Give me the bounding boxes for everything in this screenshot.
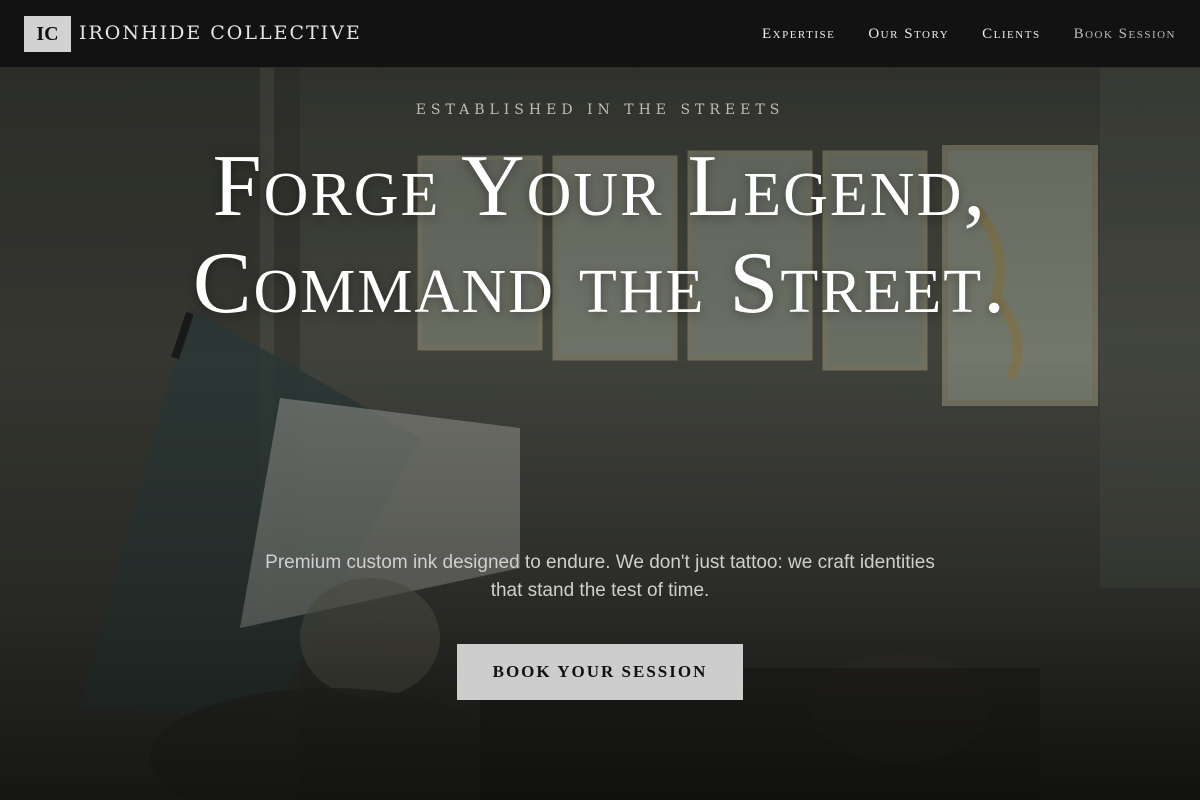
main-nav: Expertise Our Story Clients Book Session [762, 0, 1176, 68]
hero-headline: Forge Your Legend, Command the Street. [192, 138, 1008, 332]
site-header: IC IRONHIDE COLLECTIVE Expertise Our Sto… [0, 0, 1200, 68]
hero-subtext: Premium custom ink designed to endure. W… [265, 552, 935, 601]
hero-eyebrow: ESTABLISHED IN THE STREETS [415, 102, 785, 118]
brand-name[interactable]: IRONHIDE COLLECTIVE [79, 20, 362, 46]
nav-item-book-session[interactable]: Book Session [1074, 26, 1176, 43]
book-session-button[interactable]: BOOK YOUR SESSION [457, 644, 743, 700]
nav-item-expertise[interactable]: Expertise [762, 26, 835, 43]
nav-item-our-story[interactable]: Our Story [868, 26, 949, 43]
nav-item-clients[interactable]: Clients [982, 26, 1040, 43]
page: IC IRONHIDE COLLECTIVE Expertise Our Sto… [0, 0, 1200, 800]
logo-badge[interactable]: IC [24, 16, 71, 52]
